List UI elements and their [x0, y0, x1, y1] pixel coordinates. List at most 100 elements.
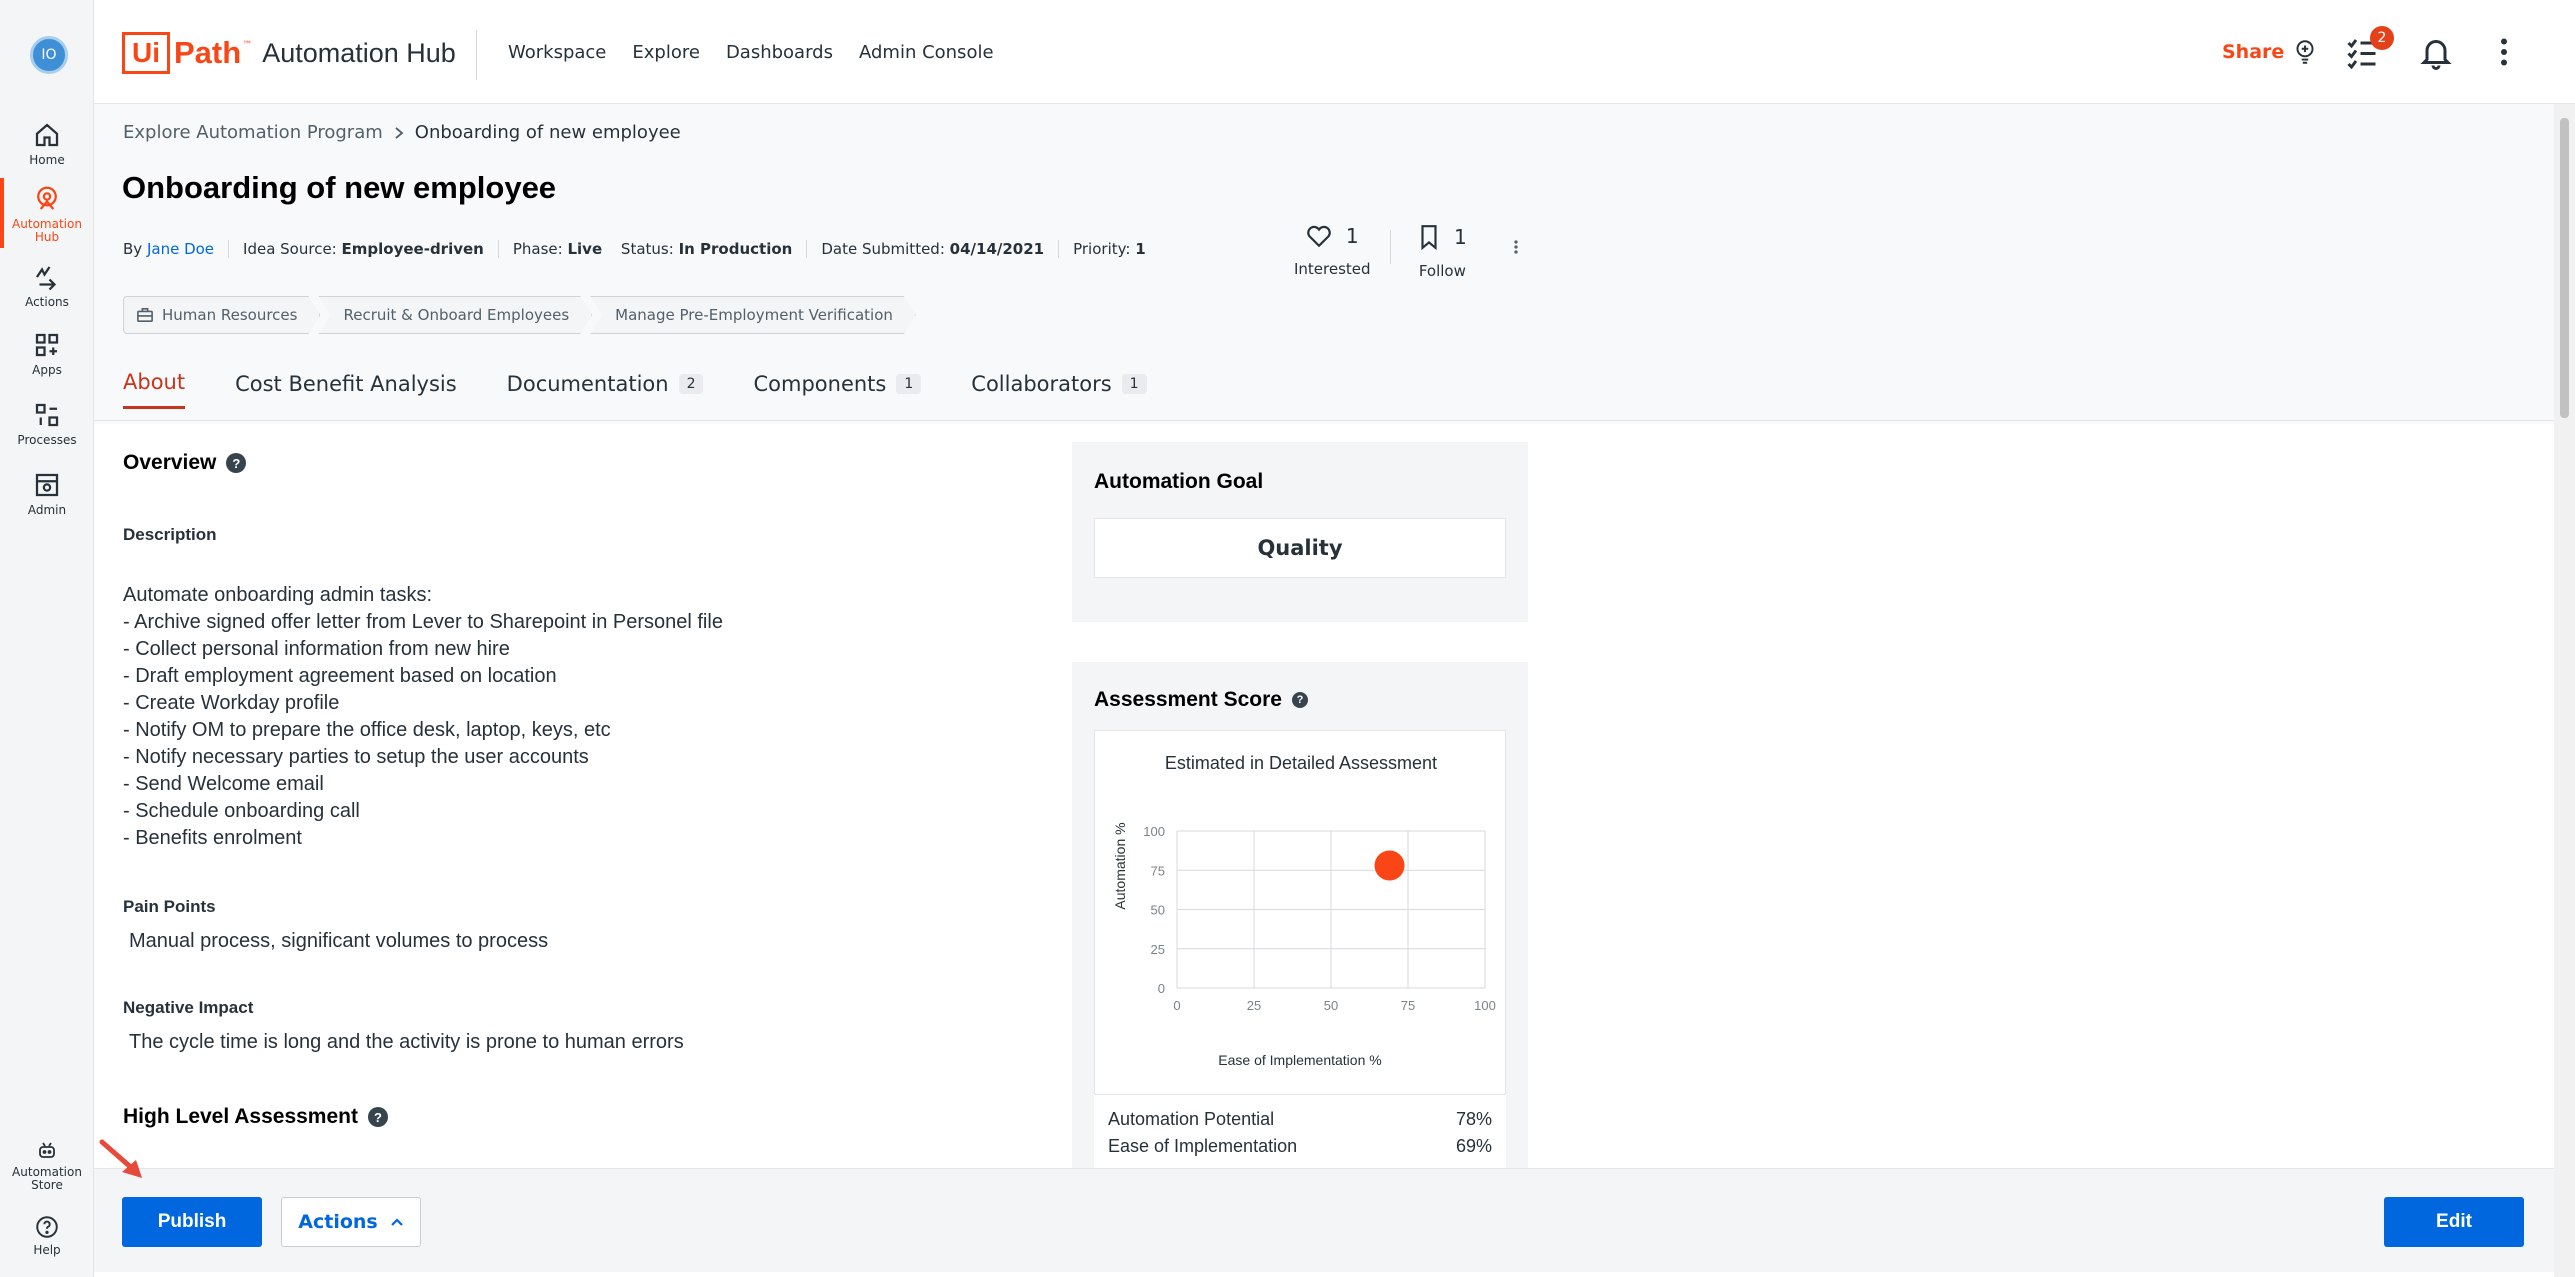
tab-count: 1	[896, 373, 922, 394]
top-divider	[476, 30, 477, 80]
admin-icon	[35, 473, 59, 497]
meta-label: Idea Source:	[243, 240, 337, 258]
x-tick-label: 0	[1173, 998, 1180, 1013]
tag-label: Manage Pre-Employment Verification	[615, 306, 893, 324]
chart-ticks: 0 25 50 75 100 0 25 50 75 100	[1143, 824, 1496, 1013]
meta-label: Status:	[620, 240, 674, 258]
actions-icon	[36, 266, 57, 291]
robot-icon	[39, 1142, 55, 1158]
follow-label: Follow	[1418, 262, 1466, 280]
x-axis-label: Ease of Implementation %	[1218, 1052, 1381, 1068]
y-tick-label: 50	[1151, 903, 1165, 918]
breadcrumb-current: Onboarding of new employee	[414, 122, 681, 143]
rail-label: Processes	[17, 433, 77, 447]
rail-item-processes[interactable]: Processes	[0, 400, 94, 447]
more-vertical-icon[interactable]	[2486, 34, 2522, 70]
pain-points-label: Pain Points	[123, 897, 216, 916]
nav-explore[interactable]: Explore	[632, 42, 700, 63]
more-options-icon[interactable]	[1506, 234, 1526, 260]
interested-reaction[interactable]: 1 Interested	[1294, 224, 1371, 278]
rail-item-help[interactable]: Help	[0, 1214, 94, 1257]
user-initials: IO	[41, 47, 57, 63]
tab-documentation[interactable]: Documentation 2	[507, 370, 704, 409]
tab-count: 2	[678, 373, 704, 394]
rail-label: Actions	[25, 295, 69, 309]
negative-impact-label: Negative Impact	[123, 998, 254, 1017]
tab-collaborators[interactable]: Collaborators 1	[971, 370, 1147, 409]
tab-components[interactable]: Components 1	[753, 370, 922, 409]
rail-label: Home	[29, 153, 65, 167]
bell-icon[interactable]	[2418, 34, 2454, 70]
meta-value: In Production	[678, 240, 793, 258]
share-button[interactable]: Share	[2222, 38, 2318, 66]
top-bar: Ui Path ™ Automation Hub Workspace Explo…	[94, 0, 2575, 104]
idea-header: Explore Automation Program Onboarding of…	[94, 104, 2554, 424]
reaction-divider	[1390, 230, 1391, 264]
rail-item-home[interactable]: Home	[0, 120, 94, 167]
breadcrumb-parent[interactable]: Explore Automation Program	[123, 122, 383, 143]
y-tick-label: 100	[1143, 824, 1165, 839]
help-icon[interactable]: ?	[367, 1107, 388, 1127]
nav-admin-console[interactable]: Admin Console	[859, 42, 994, 63]
meta-label: Phase:	[512, 240, 563, 258]
automation-goal-title: Automation Goal	[1094, 470, 1264, 493]
rail-label: Help	[33, 1243, 61, 1257]
tab-about[interactable]: About	[123, 370, 186, 409]
rail-item-automation-hub[interactable]: Automation Hub	[0, 178, 94, 248]
high-level-assessment-title: High Level Assessment ?	[123, 1105, 388, 1129]
score-label: Automation Potential	[1108, 1109, 1275, 1129]
assessment-score-card: Assessment Score ? Estimated in Detailed…	[1072, 662, 1528, 1168]
rail-item-actions[interactable]: Actions	[0, 262, 94, 309]
bookmark-icon	[1421, 225, 1437, 250]
tab-cost-benefit-analysis[interactable]: Cost Benefit Analysis	[235, 370, 457, 409]
page-title: Onboarding of new employee	[122, 170, 557, 205]
y-tick-label: 25	[1151, 942, 1165, 957]
processes-icon	[35, 403, 59, 427]
rail-label: Automation Hub	[12, 217, 82, 244]
nav-dashboards[interactable]: Dashboards	[726, 42, 833, 63]
nav-workspace[interactable]: Workspace	[508, 42, 606, 63]
assessment-chart: Estimated in Detailed Assessment 0 25 50 75…	[1094, 730, 1506, 1100]
rail-item-admin[interactable]: Admin	[0, 470, 94, 517]
section-title-text: Overview	[123, 451, 217, 474]
chart-title: Estimated in Detailed Assessment	[1165, 753, 1437, 773]
automation-goal-card: Automation Goal Quality	[1072, 442, 1528, 622]
lightbulb-plus-icon	[2296, 40, 2314, 64]
automation-goal-value: Quality	[1094, 518, 1506, 578]
help-icon[interactable]: ?	[1291, 692, 1308, 708]
meta-value: Live	[567, 240, 603, 258]
meta-source: Idea Source: Employee-driven	[228, 240, 498, 258]
rail-item-automation-store[interactable]: Automation Store	[0, 1138, 94, 1192]
tab-label: Collaborators	[971, 371, 1112, 396]
scatter-chart: Estimated in Detailed Assessment 0 25 50 75…	[1112, 753, 1496, 1068]
actions-label: Actions	[298, 1211, 378, 1233]
publish-button[interactable]: Publish	[122, 1197, 262, 1247]
description-text: Automate onboarding admin tasks: - Archi…	[123, 584, 723, 849]
rail-item-apps[interactable]: Apps	[0, 330, 94, 377]
scrollbar-thumb[interactable]	[2560, 118, 2569, 418]
rail-label: Apps	[32, 363, 62, 377]
automation-potential-row: Automation Potential 78%	[1094, 1094, 1506, 1130]
actions-button[interactable]: Actions	[281, 1197, 421, 1247]
help-icon[interactable]: ?	[226, 453, 247, 473]
tag-process[interactable]: Manage Pre-Employment Verification	[590, 296, 916, 334]
scrollbar[interactable]	[2554, 104, 2575, 1277]
tag-category[interactable]: Human Resources	[123, 296, 320, 334]
meta-label: Priority:	[1073, 240, 1131, 258]
edit-button[interactable]: Edit	[2384, 1197, 2524, 1247]
user-avatar[interactable]: IO	[30, 36, 68, 74]
author-link[interactable]: Jane Doe	[147, 240, 214, 258]
follow-reaction[interactable]: 1 Follow	[1418, 224, 1467, 280]
share-label: Share	[2222, 41, 2285, 63]
top-nav: Workspace Explore Dashboards Admin Conso…	[508, 42, 994, 63]
tab-label: About	[123, 370, 186, 394]
uipath-logo[interactable]: Ui Path ™ Automation Hub	[122, 32, 456, 74]
tab-label: Documentation	[506, 371, 669, 396]
ease-of-implementation-row: Ease of Implementation 69%	[1094, 1130, 1506, 1168]
score-value: 78%	[1455, 1109, 1492, 1129]
tag-subcategory[interactable]: Recruit & Onboard Employees	[318, 296, 592, 334]
rail-label: Admin	[27, 503, 67, 517]
apps-icon	[35, 333, 59, 357]
briefcase-icon	[136, 307, 154, 323]
home-icon	[35, 123, 59, 147]
